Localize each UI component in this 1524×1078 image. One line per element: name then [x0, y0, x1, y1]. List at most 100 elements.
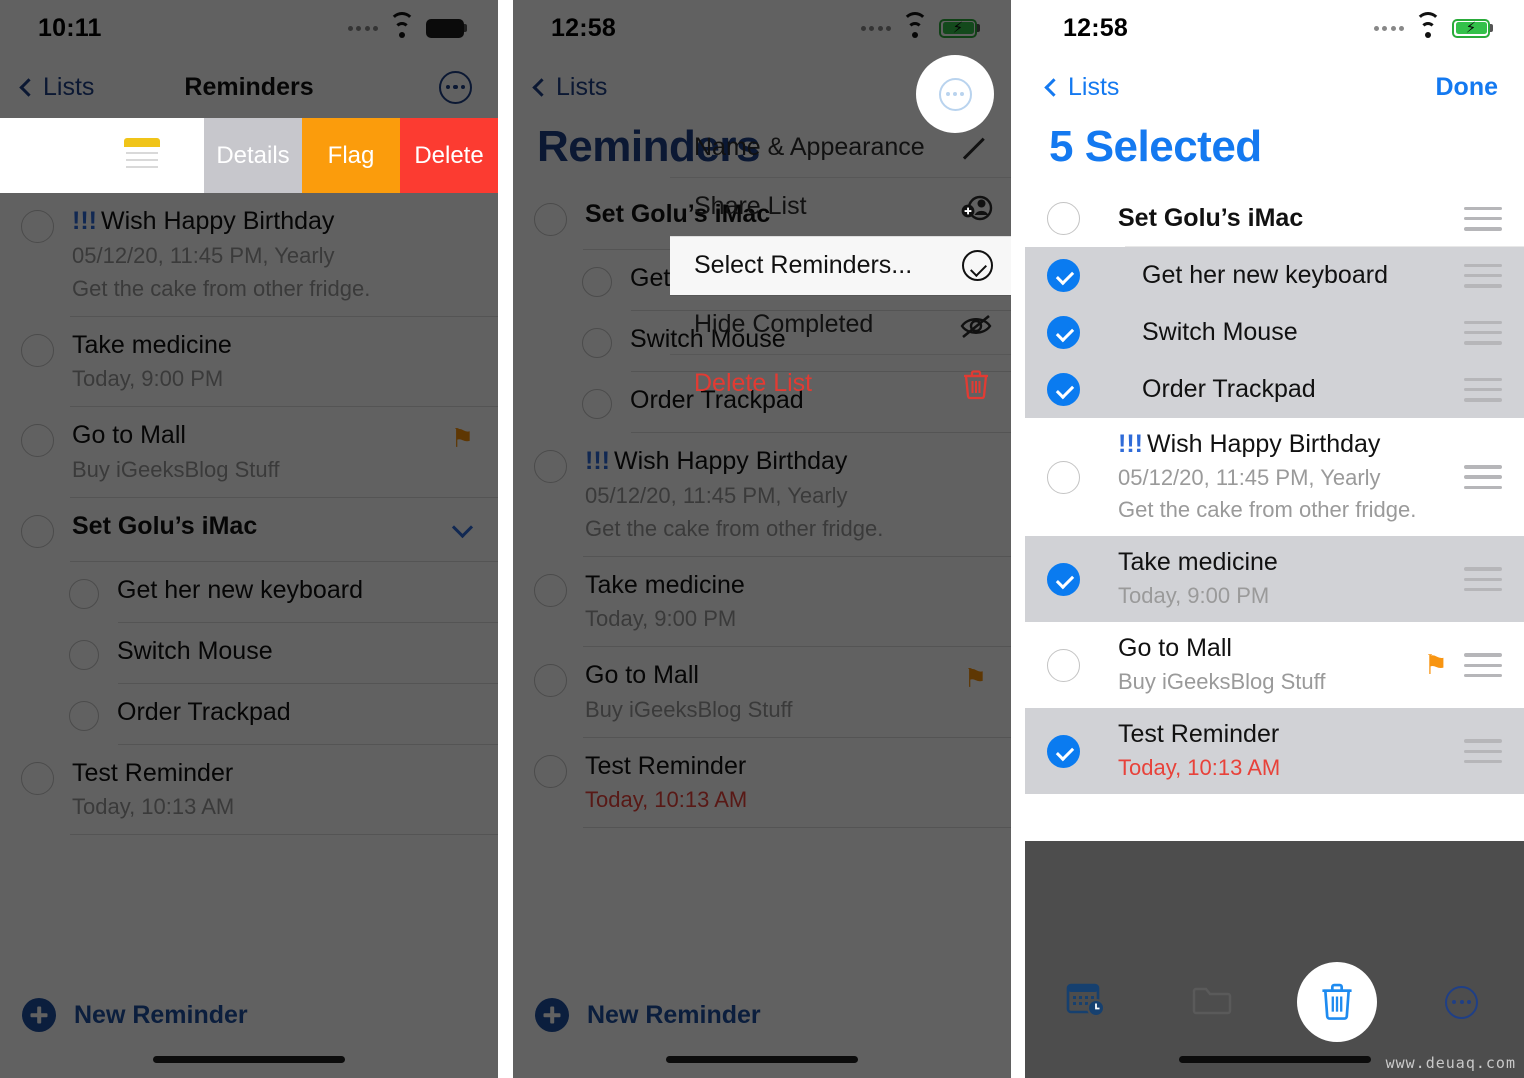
plus-circle-icon [22, 998, 56, 1032]
priority-badge: !!! [1118, 430, 1143, 458]
complete-circle-icon[interactable] [582, 328, 612, 358]
list-item[interactable]: Go to Mall Buy iGeeksBlog Stuff ⚑ [0, 407, 498, 498]
done-button[interactable]: Done [1436, 73, 1499, 102]
complete-circle-icon[interactable] [21, 761, 54, 795]
delete-button[interactable] [1296, 962, 1377, 1042]
drag-handle-icon[interactable] [1464, 567, 1502, 592]
row-text: Order Trackpad [1080, 375, 1452, 405]
menu-item-label: Share List [694, 192, 807, 220]
list-item[interactable]: Order Trackpad [0, 684, 498, 745]
list-item-note: Buy iGeeksBlog Stuff [72, 456, 280, 482]
wifi-icon [902, 11, 928, 38]
menu-item-delete-list[interactable]: Delete List [670, 354, 1011, 413]
calendar-clock-icon[interactable] [1065, 980, 1109, 1025]
complete-circle-icon[interactable] [69, 700, 99, 731]
list-item-date: Today, 9:00 PM [585, 606, 737, 632]
chevron-down-icon[interactable] [451, 516, 474, 538]
complete-circle-icon[interactable] [21, 514, 54, 548]
drag-handle-icon[interactable] [1464, 377, 1502, 402]
back-to-lists-button[interactable]: Lists [527, 73, 607, 102]
details-button[interactable]: Details [204, 118, 302, 193]
list-item[interactable]: !!! Wish Happy Birthday 05/12/20, 11:45 P… [0, 193, 498, 317]
list-item-title: Take medicine [72, 330, 232, 359]
complete-circle-icon[interactable] [21, 210, 54, 243]
battery-charging-icon: ⚡ [1452, 18, 1493, 38]
wifi-icon [389, 11, 415, 38]
status-indicators: ⚡ [1373, 11, 1493, 38]
delete-button[interactable]: Delete [400, 118, 498, 193]
drag-handle-icon[interactable] [1464, 653, 1502, 678]
selection-checkbox[interactable] [1047, 259, 1080, 292]
selection-checkbox[interactable] [1047, 202, 1080, 235]
menu-item-hide-completed[interactable]: Hide Completed [670, 295, 1011, 354]
complete-circle-icon[interactable] [69, 578, 99, 609]
drag-handle-icon[interactable] [1464, 206, 1502, 231]
new-reminder-button[interactable]: New Reminder [513, 998, 761, 1032]
toolbar-slot-delete [1275, 962, 1400, 1042]
complete-circle-icon[interactable] [21, 333, 54, 367]
complete-circle-icon[interactable] [69, 639, 99, 670]
table-row[interactable]: Take medicine Today, 9:00 PM [1025, 536, 1524, 623]
drag-handle-icon[interactable] [1464, 465, 1502, 490]
table-row[interactable]: !!! Wish Happy Birthday 05/12/20, 11:45 P… [1025, 418, 1524, 537]
list-item-date: Today, 10:13 AM [585, 787, 748, 813]
complete-circle-icon[interactable] [534, 573, 567, 607]
menu-item-select-reminders[interactable]: Select Reminders... [670, 236, 1011, 295]
ellipsis-circle-icon[interactable] [1445, 985, 1479, 1019]
new-reminder-button[interactable]: New Reminder [0, 998, 248, 1032]
nav-right: Done [1436, 73, 1499, 102]
complete-circle-icon[interactable] [21, 424, 54, 458]
complete-circle-icon[interactable] [534, 450, 567, 483]
table-row[interactable]: Test Reminder Today, 10:13 AM [1025, 708, 1524, 795]
list-item-date: Today, 9:00 PM [72, 366, 224, 392]
complete-circle-icon[interactable] [534, 664, 567, 698]
list-item[interactable]: Take medicine Today, 9:00 PM [513, 557, 1011, 648]
drag-handle-icon[interactable] [1464, 320, 1502, 345]
back-label: Lists [1068, 72, 1120, 101]
drag-handle-icon[interactable] [1464, 263, 1502, 288]
complete-circle-icon[interactable] [582, 267, 612, 297]
drag-handle-icon[interactable] [1464, 739, 1502, 764]
folder-icon[interactable] [1190, 981, 1234, 1024]
ellipsis-circle-button-highlighted[interactable] [916, 55, 994, 133]
list-item-title: Switch Mouse [117, 636, 273, 665]
row-title: Set Golu’s iMac [1118, 203, 1304, 232]
status-time: 12:58 [1063, 13, 1128, 42]
selection-checkbox[interactable] [1047, 460, 1080, 494]
table-row[interactable]: Set Golu’s iMac [1025, 190, 1524, 247]
list-item-title: Order Trackpad [117, 697, 291, 726]
list-item[interactable]: Go to Mall Buy iGeeksBlog Stuff ⚑ [513, 647, 1011, 738]
ellipsis-circle-icon [938, 77, 972, 111]
selection-checkbox[interactable] [1047, 316, 1080, 349]
status-bar: 10:11 [0, 0, 498, 56]
divider [583, 827, 1011, 829]
flag-button[interactable]: Flag [302, 118, 400, 193]
list-item[interactable]: Test Reminder Today, 10:13 AM [0, 745, 498, 836]
table-row[interactable]: Switch Mouse [1025, 304, 1524, 361]
list-item[interactable]: Set Golu’s iMac [0, 498, 498, 562]
context-menu: Name & Appearance Share List Select Remi… [670, 118, 1011, 413]
back-to-lists-button[interactable]: Lists [14, 73, 94, 102]
list-item-text: Take medicine Today, 9:00 PM [585, 571, 987, 634]
table-row[interactable]: Go to Mall Buy iGeeksBlog Stuff ⚑ [1025, 622, 1524, 709]
ellipsis-circle-icon[interactable] [439, 70, 472, 104]
complete-circle-icon[interactable] [534, 754, 567, 788]
list-item-text: Get her new keyboard [117, 576, 474, 606]
selection-checkbox[interactable] [1047, 734, 1080, 768]
selection-checkbox[interactable] [1047, 562, 1080, 596]
table-row[interactable]: Order Trackpad [1025, 361, 1524, 418]
list-item[interactable]: Take medicine Today, 9:00 PM [0, 317, 498, 408]
list-item[interactable]: Test Reminder Today, 10:13 AM [513, 738, 1011, 829]
selection-checkbox[interactable] [1047, 373, 1080, 406]
menu-item-share-list[interactable]: Share List [670, 177, 1011, 236]
row-title: Switch Mouse [1142, 317, 1298, 346]
back-to-lists-button[interactable]: Lists [1039, 73, 1119, 102]
list-item[interactable]: !!! Wish Happy Birthday 05/12/20, 11:45 P… [513, 433, 1011, 557]
list-item[interactable]: Get her new keyboard [0, 562, 498, 623]
table-row[interactable]: Get her new keyboard [1025, 247, 1524, 304]
selection-checkbox[interactable] [1047, 648, 1080, 682]
complete-circle-icon[interactable] [582, 389, 612, 419]
complete-circle-icon[interactable] [534, 203, 567, 236]
list-item[interactable]: Switch Mouse [0, 623, 498, 684]
toolbar-slot-schedule [1025, 980, 1150, 1025]
